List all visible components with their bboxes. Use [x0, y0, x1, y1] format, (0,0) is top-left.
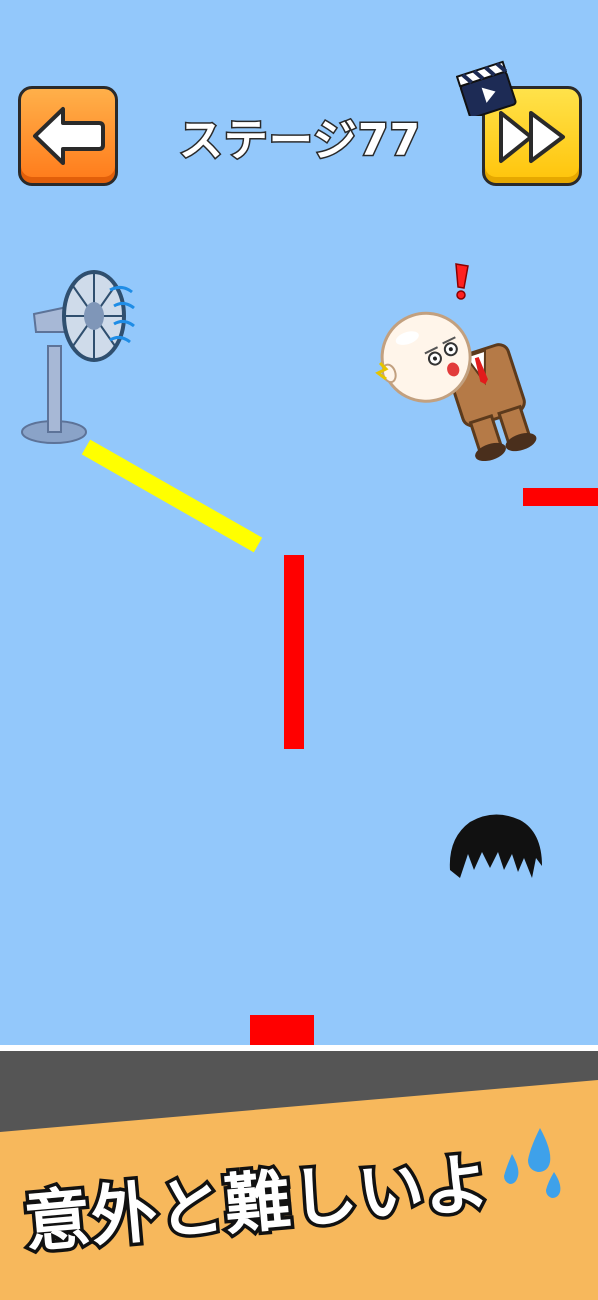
black-wig[interactable] — [446, 808, 546, 884]
electric-fan-icon — [21, 270, 135, 444]
bald-businessman-character[interactable] — [372, 285, 578, 465]
clapperboard-video-icon[interactable] — [456, 60, 518, 116]
stage-title: ステージ77 — [177, 114, 422, 168]
red-block-floor — [250, 1015, 314, 1045]
red-wall-vertical — [284, 555, 304, 749]
sweat-drops-icon — [504, 1128, 561, 1198]
fast-forward-icon — [499, 111, 565, 163]
back-button[interactable] — [18, 86, 118, 186]
drawn-line[interactable] — [80, 435, 270, 560]
arrow-left-icon — [33, 107, 105, 165]
red-ledge-right — [523, 488, 598, 506]
